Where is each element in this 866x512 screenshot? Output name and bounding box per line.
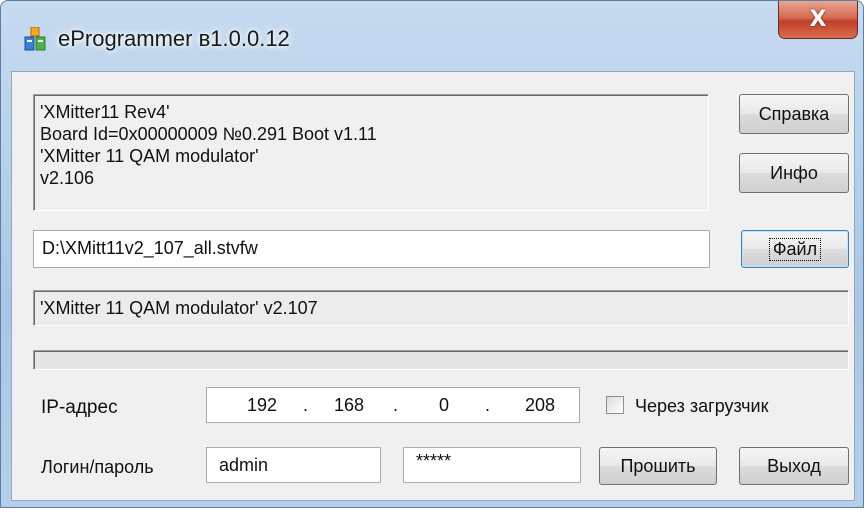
bootloader-label[interactable]: Через загрузчик: [635, 396, 769, 417]
ip-separator: .: [485, 395, 491, 415]
window-title: eProgrammer в1.0.0.12: [58, 26, 290, 51]
info-button-label: Инфо: [770, 162, 818, 183]
flash-button[interactable]: Прошить: [599, 447, 717, 485]
exit-button[interactable]: Выход: [739, 447, 849, 485]
flash-button-label: Прошить: [620, 455, 696, 476]
ip-octet[interactable]: 208: [525, 395, 555, 416]
firmware-info-text: 'XMitter 11 QAM modulator' v2.107: [40, 298, 318, 318]
ip-separator: .: [393, 395, 399, 415]
login-label: Логин/пароль: [41, 457, 154, 477]
ip-address-input[interactable]: 192 . 168 . 0 . 208: [206, 387, 580, 423]
ip-separator: .: [303, 395, 309, 415]
title-bar[interactable]: eProgrammer в1.0.0.12 X: [1, 1, 863, 71]
close-icon: X: [809, 7, 827, 32]
ip-octet[interactable]: 192: [247, 395, 277, 416]
close-button[interactable]: X: [778, 1, 858, 39]
info-button[interactable]: Инфо: [739, 153, 849, 193]
ip-octet[interactable]: 168: [334, 395, 364, 416]
password-field[interactable]: *****: [403, 447, 581, 483]
device-info-line: 'XMitter 11 QAM modulator': [40, 146, 259, 166]
ip-label: IP-адрес: [41, 397, 118, 418]
device-info-line: Board Id=0x00000009 №0.291 Boot v1.11: [40, 124, 377, 144]
help-button[interactable]: Справка: [739, 94, 849, 134]
bootloader-checkbox[interactable]: [606, 396, 624, 414]
file-path-field[interactable]: D:\XMitt11v2_107_all.stvfw: [33, 230, 710, 268]
device-info-line: v2.106: [40, 168, 95, 188]
device-info-line: 'XMitter11 Rev4': [40, 102, 170, 122]
help-button-label: Справка: [758, 103, 830, 124]
username-field[interactable]: admin: [206, 447, 381, 483]
app-window: eProgrammer в1.0.0.12 X 'XMitter11 Rev4'…: [0, 0, 864, 508]
progress-bar: [33, 350, 849, 370]
device-info-text: 'XMitter11 Rev4' Board Id=0x00000009 №0.…: [40, 101, 710, 189]
file-button[interactable]: Файл: [741, 230, 849, 268]
file-button-label: Файл: [768, 237, 822, 261]
firmware-info-panel: 'XMitter 11 QAM modulator' v2.107: [33, 290, 849, 326]
app-icon: [24, 27, 46, 51]
ip-octet[interactable]: 0: [439, 395, 449, 416]
exit-button-label: Выход: [767, 455, 821, 476]
